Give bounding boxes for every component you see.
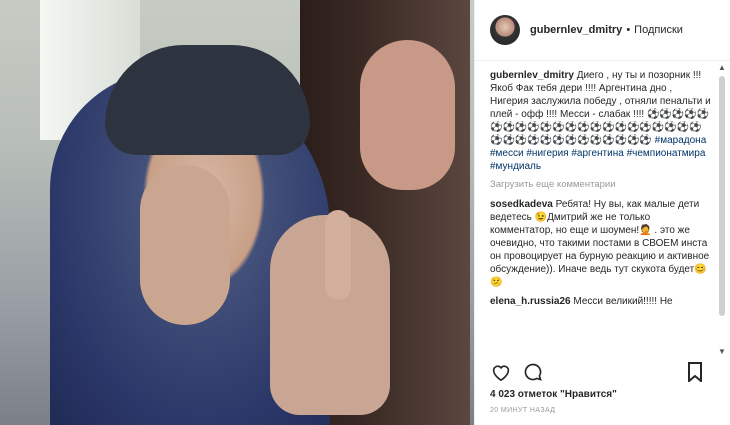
heart-icon[interactable] [490, 361, 512, 383]
post-video-frame[interactable] [0, 0, 474, 425]
scroll-up-icon[interactable]: ▲ [718, 64, 726, 72]
comments-scrollbar[interactable]: ▲ ▼ [718, 62, 726, 358]
man-hair [105, 45, 310, 155]
comment-item: sosedkadeva Ребята! Ну вы, как малые дет… [490, 198, 713, 289]
comments-panel: gubernlev_dmitry Диего , ну ты и позорни… [475, 61, 730, 361]
comment-username[interactable]: elena_h.russia26 [490, 296, 571, 307]
post-timestamp: 20 МИНУТ НАЗАД [490, 407, 556, 414]
bookmark-icon[interactable] [684, 361, 706, 383]
comment-item: elena_h.russia26 Месси великий!!!!! Не [490, 295, 713, 308]
raised-finger [325, 210, 351, 300]
avatar[interactable] [490, 15, 520, 45]
comment-username[interactable]: sosedkadeva [490, 199, 553, 210]
left-hand [140, 165, 230, 325]
post-actions [475, 359, 730, 385]
load-more-comments[interactable]: Загрузить еще комментарии [490, 179, 713, 190]
comment-text: Месси великий!!!!! Не [573, 296, 673, 307]
instagram-post: gubernlev_dmitry • Подписки gubernlev_dm… [0, 0, 730, 425]
post-header: gubernlev_dmitry • Подписки [475, 0, 730, 61]
woman-face [360, 40, 455, 190]
comment-icon[interactable] [522, 361, 544, 383]
scroll-thumb[interactable] [719, 76, 725, 316]
follow-button[interactable]: Подписки [634, 24, 683, 36]
caption: gubernlev_dmitry Диего , ну ты и позорни… [490, 69, 713, 173]
post-sidebar: gubernlev_dmitry • Подписки gubernlev_dm… [474, 0, 730, 425]
likes-count[interactable]: 4 023 отметок "Нравится" [490, 389, 617, 400]
header-separator: • [626, 24, 631, 36]
comment-text: Ребята! Ну вы, как малые дети ведетесь 😉… [490, 199, 710, 288]
scroll-down-icon[interactable]: ▼ [718, 348, 726, 356]
header-username[interactable]: gubernlev_dmitry [530, 24, 622, 36]
caption-username[interactable]: gubernlev_dmitry [490, 70, 574, 81]
